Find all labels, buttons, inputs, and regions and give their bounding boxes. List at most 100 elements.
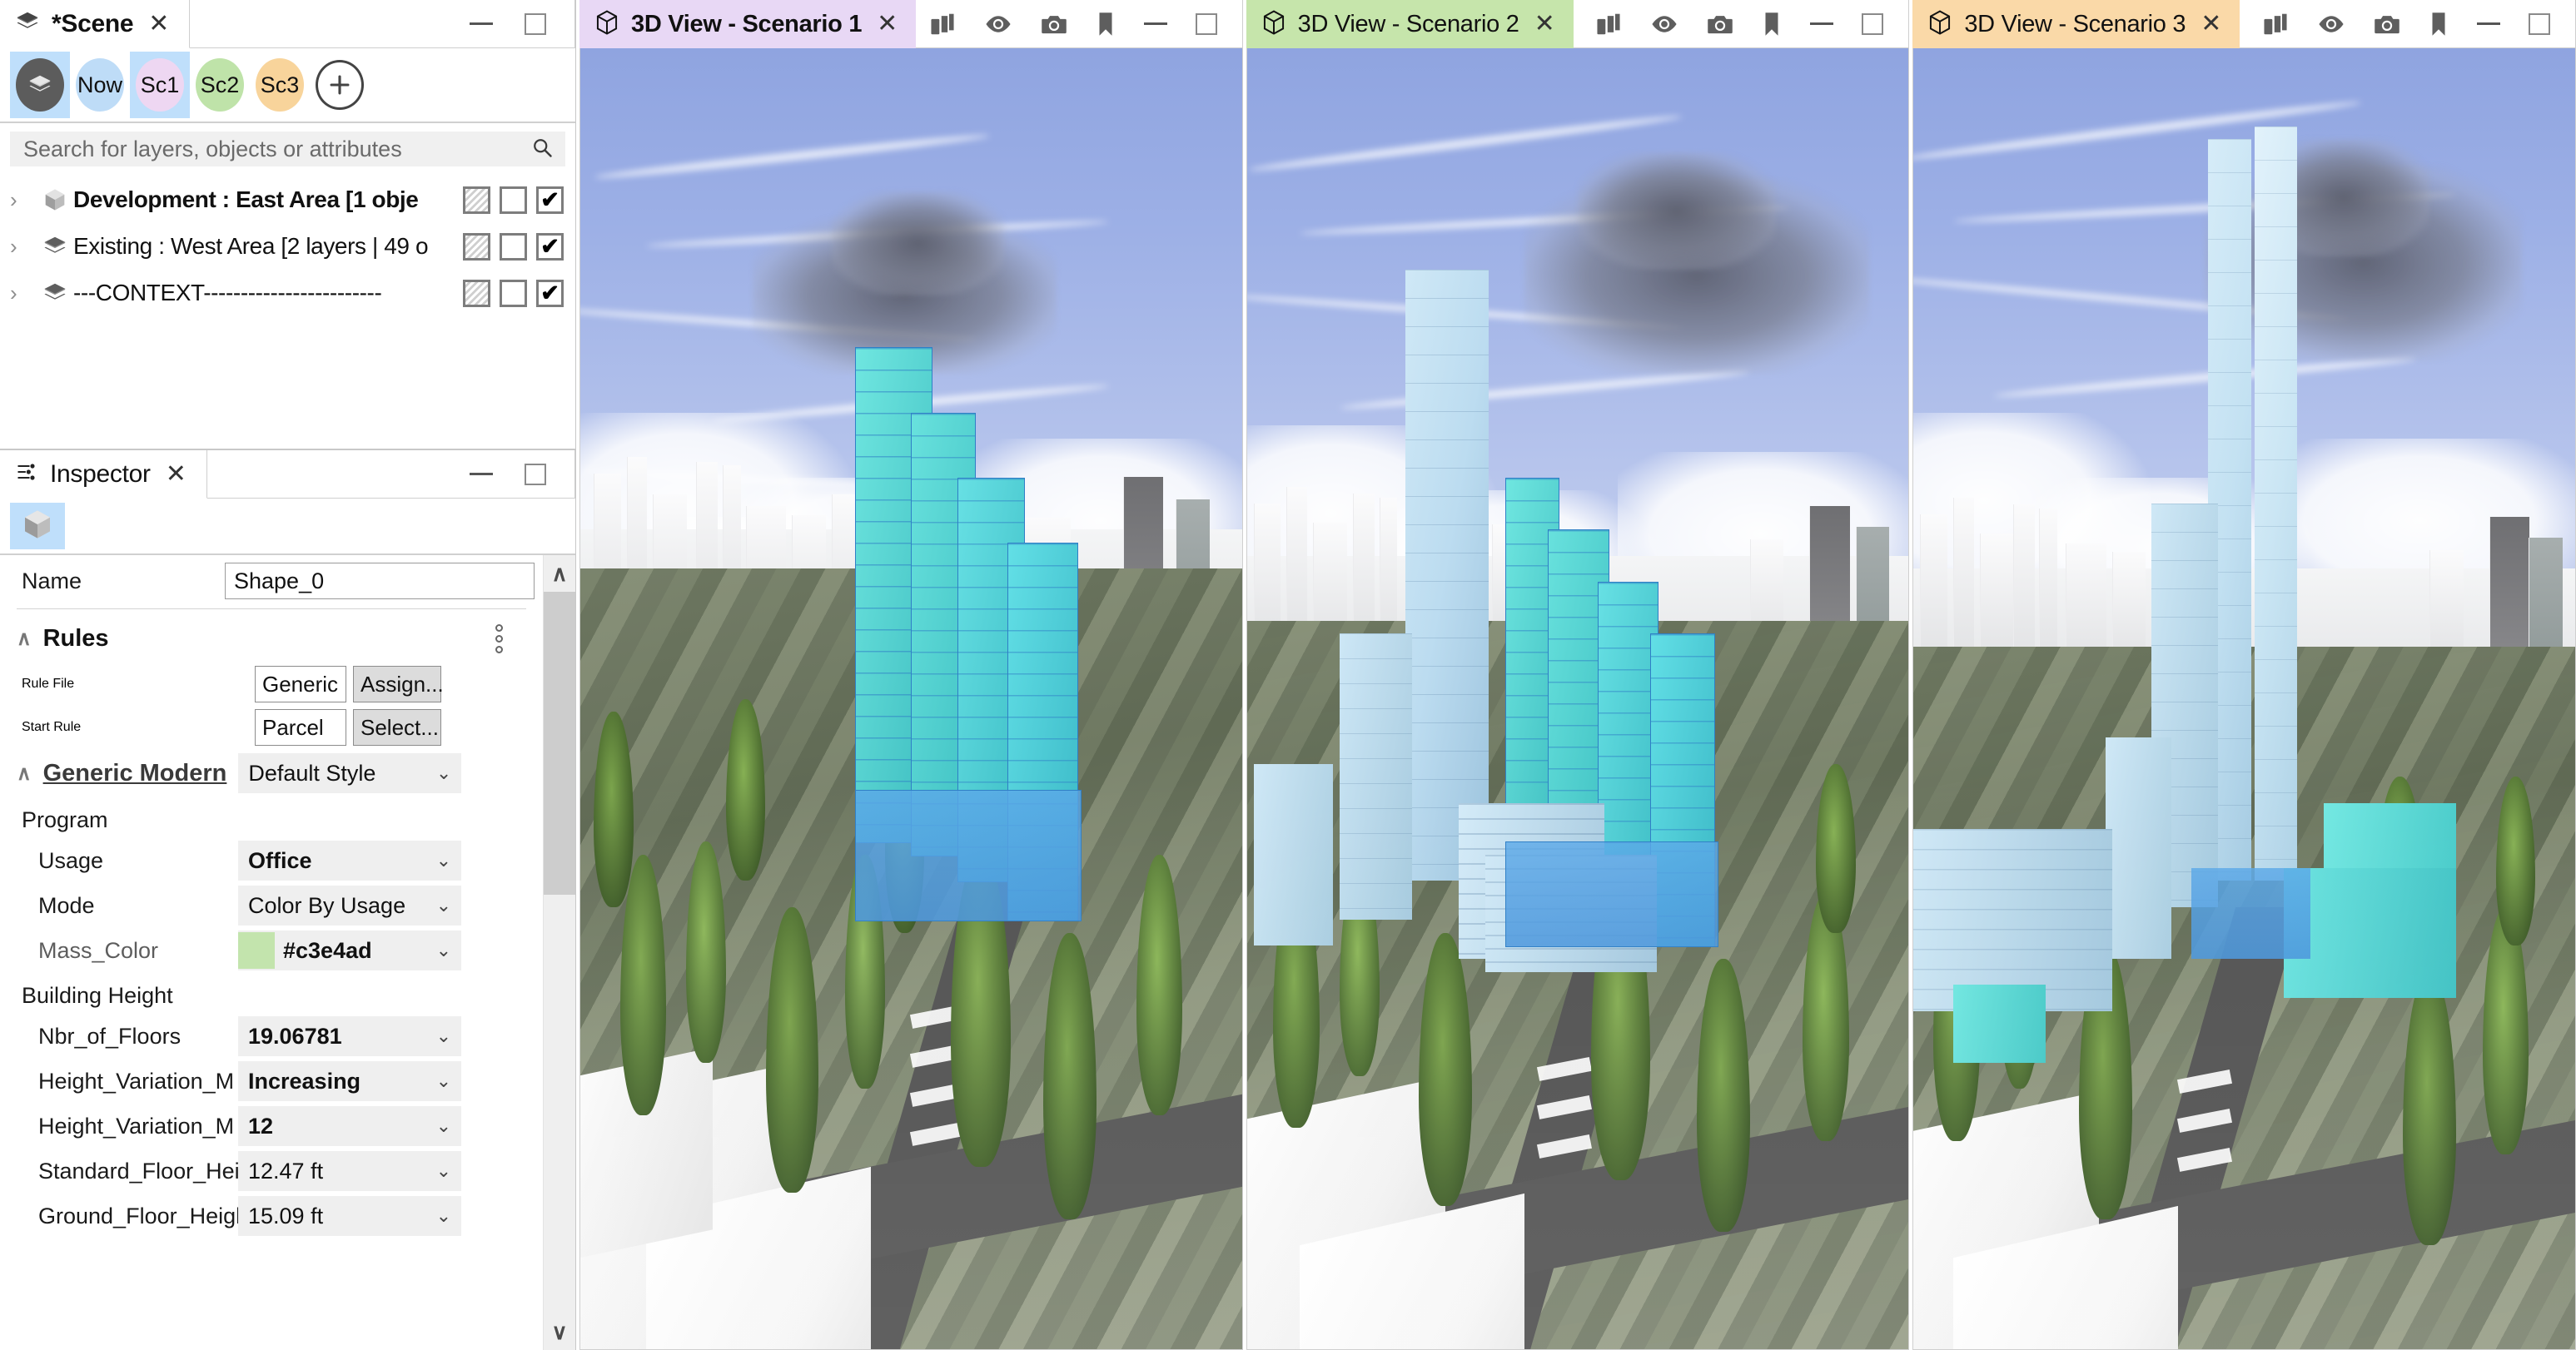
attribute-value-select[interactable]: Increasing ⌄	[238, 1061, 461, 1101]
minimize-icon[interactable]	[470, 473, 493, 475]
camera-icon[interactable]	[1707, 12, 1733, 36]
attribute-label: Ground_Floor_Heigh	[38, 1203, 238, 1228]
search-box[interactable]	[10, 132, 565, 166]
scenario-item-sc1[interactable]: Sc1	[130, 52, 190, 118]
expand-chevron-icon[interactable]: ›	[10, 187, 38, 213]
scenario-all-button[interactable]	[10, 52, 70, 118]
layer-lock-checkbox[interactable]	[463, 186, 490, 214]
eye-icon[interactable]	[2317, 13, 2345, 35]
layers-stack-icon[interactable]	[2262, 12, 2289, 37]
search-icon[interactable]	[530, 136, 554, 163]
more-options-icon[interactable]	[495, 623, 503, 653]
search-input[interactable]	[22, 135, 530, 163]
chevron-up-icon[interactable]: ∧	[17, 762, 32, 786]
scenario-item-now[interactable]: Now	[70, 52, 130, 118]
chevron-up-icon[interactable]: ∧	[17, 627, 32, 651]
minimize-icon[interactable]	[2477, 22, 2501, 25]
rules-section-header[interactable]: ∧ Rules	[0, 614, 543, 663]
rule-file-field[interactable]: Generic M	[255, 666, 346, 702]
expand-chevron-icon[interactable]: ›	[10, 280, 38, 306]
attribute-row-mass-color: Mass_Color #c3e4ad ⌄	[0, 928, 543, 973]
scroll-up-icon[interactable]: ∧	[544, 555, 575, 592]
layers-stack-icon[interactable]	[929, 12, 956, 37]
camera-icon[interactable]	[1041, 12, 1067, 36]
viewport-3-canvas[interactable]	[1912, 48, 2576, 1350]
inspector-window-controls	[206, 450, 575, 499]
rule-file-label[interactable]: Rule File	[22, 677, 255, 692]
attribute-value: Increasing	[248, 1068, 361, 1094]
scroll-down-icon[interactable]: ∨	[544, 1313, 575, 1350]
inspector-tab-label: Inspector	[50, 459, 151, 488]
bookmark-icon[interactable]	[2429, 12, 2449, 37]
layer-select-checkbox[interactable]	[500, 232, 527, 261]
close-icon[interactable]: ✕	[162, 461, 186, 487]
layer-visible-checkbox[interactable]: ✔	[536, 279, 564, 307]
tab-3d-view-scenario-1[interactable]: 3D View - Scenario 1 ✕	[579, 0, 917, 48]
attribute-value-select[interactable]: Office ⌄	[238, 841, 461, 881]
scenario-item-sc3[interactable]: Sc3	[250, 52, 310, 118]
rule-name-label[interactable]: Generic Modern	[43, 760, 227, 787]
attribute-value-select[interactable]: 19.06781 ⌄	[238, 1016, 461, 1056]
tab-scene[interactable]: *Scene ✕	[0, 0, 191, 48]
search-area	[0, 123, 575, 173]
add-scenario-button[interactable]	[310, 52, 370, 118]
expand-chevron-icon[interactable]: ›	[10, 234, 38, 260]
attribute-value-select[interactable]: 12 ⌄	[238, 1106, 461, 1146]
layer-label: Existing : West Area [2 layers | 49 o	[73, 233, 429, 259]
attribute-row-height-variation-mode: Height_Variation_M Increasing ⌄	[0, 1059, 543, 1104]
scrollbar-track[interactable]	[544, 592, 575, 1313]
close-icon[interactable]: ✕	[2197, 12, 2221, 37]
layer-row-existing[interactable]: › Existing : West Area [2 layers | 49 o …	[0, 223, 575, 270]
maximize-icon[interactable]	[525, 463, 546, 485]
viewport-2-canvas[interactable]	[1246, 48, 1910, 1350]
name-input[interactable]: Shape_0	[225, 563, 535, 599]
select-start-rule-button[interactable]: Select...	[353, 709, 441, 746]
layer-visible-checkbox[interactable]: ✔	[536, 186, 564, 214]
camera-icon[interactable]	[2374, 12, 2400, 36]
layer-lock-checkbox[interactable]	[463, 232, 490, 261]
attribute-value-select[interactable]: #c3e4ad ⌄	[238, 931, 461, 970]
tab-inspector[interactable]: Inspector ✕	[0, 450, 207, 499]
style-section-header[interactable]: ∧ Generic Modern Default Style ⌄	[0, 749, 543, 797]
start-rule-field[interactable]: Parcel	[255, 709, 346, 746]
eye-icon[interactable]	[984, 13, 1012, 35]
scene-panel-window-controls	[190, 0, 575, 48]
tab-3d-view-scenario-3[interactable]: 3D View - Scenario 3 ✕	[1912, 0, 2240, 48]
attribute-value: 19.06781	[248, 1023, 342, 1049]
layer-row-context[interactable]: › ---CONTEXT------------------------ ✔	[0, 270, 575, 316]
layer-row-development[interactable]: › Development : East Area [1 obje ✔	[0, 176, 575, 223]
scenario-item-sc2[interactable]: Sc2	[190, 52, 250, 118]
attribute-value-select[interactable]: 15.09 ft ⌄	[238, 1196, 461, 1236]
minimize-icon[interactable]	[1143, 22, 1167, 25]
minimize-icon[interactable]	[470, 22, 493, 25]
close-icon[interactable]: ✕	[873, 12, 898, 37]
scrollbar-thumb[interactable]	[544, 592, 575, 896]
eye-icon[interactable]	[1650, 13, 1678, 35]
close-icon[interactable]: ✕	[145, 11, 169, 37]
color-swatch[interactable]	[238, 932, 275, 969]
minimize-icon[interactable]	[1810, 22, 1834, 25]
bookmark-icon[interactable]	[1762, 12, 1782, 37]
maximize-icon[interactable]	[2529, 12, 2551, 35]
attribute-value-select[interactable]: 12.47 ft ⌄	[238, 1151, 461, 1191]
layer-select-checkbox[interactable]	[500, 279, 527, 307]
maximize-icon[interactable]	[525, 12, 546, 35]
bookmark-icon[interactable]	[1096, 12, 1116, 37]
inspector-shape-tab[interactable]	[10, 503, 65, 549]
style-select[interactable]: Default Style ⌄	[238, 753, 462, 793]
layer-select-checkbox[interactable]	[500, 186, 527, 214]
attribute-label: Mass_Color	[38, 937, 159, 963]
assign-rule-button[interactable]: Assign...	[353, 666, 444, 702]
layer-tree[interactable]: › Development : East Area [1 obje ✔ › Ex…	[0, 173, 575, 449]
maximize-icon[interactable]	[1195, 12, 1217, 35]
start-rule-label[interactable]: Start Rule	[22, 720, 255, 735]
tab-3d-view-scenario-2[interactable]: 3D View - Scenario 2 ✕	[1246, 0, 1574, 48]
maximize-icon[interactable]	[1862, 12, 1884, 35]
layer-lock-checkbox[interactable]	[463, 279, 490, 307]
inspector-scrollbar[interactable]: ∧ ∨	[543, 555, 575, 1350]
layer-visible-checkbox[interactable]: ✔	[536, 232, 564, 261]
attribute-value-select[interactable]: Color By Usage ⌄	[238, 886, 461, 926]
viewport-1-canvas[interactable]	[579, 48, 1243, 1350]
close-icon[interactable]: ✕	[1531, 12, 1555, 37]
layers-stack-icon[interactable]	[1595, 12, 1622, 37]
